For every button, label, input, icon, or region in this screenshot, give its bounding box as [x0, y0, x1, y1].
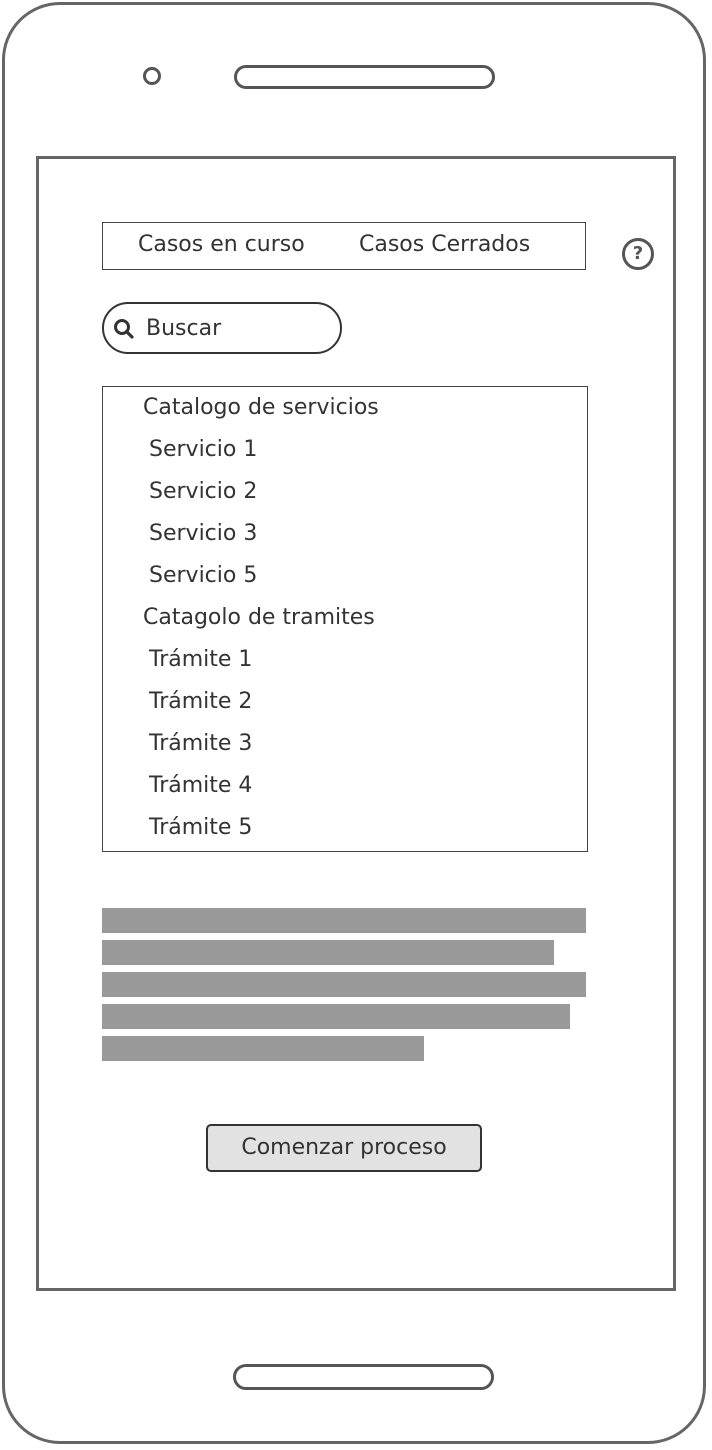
list-item-procedure[interactable]: Trámite 1 — [149, 646, 252, 674]
camera-icon — [143, 67, 161, 85]
list-item-procedure[interactable]: Trámite 4 — [149, 772, 252, 800]
placeholder-text-line — [102, 908, 586, 933]
placeholder-text-line — [102, 972, 586, 997]
start-process-button[interactable]: Comenzar proceso — [206, 1124, 482, 1172]
search-box — [102, 302, 342, 354]
catalog-list: Catalogo de servicios Servicio 1 Servici… — [102, 386, 588, 852]
home-button[interactable] — [233, 1364, 494, 1390]
list-item-service[interactable]: Servicio 1 — [149, 436, 257, 464]
speaker-icon — [234, 65, 495, 89]
list-item-service[interactable]: Servicio 5 — [149, 562, 257, 590]
list-item-service[interactable]: Servicio 3 — [149, 520, 257, 548]
list-item-procedure[interactable]: Trámite 3 — [149, 730, 252, 758]
search-icon — [114, 319, 134, 339]
search-input[interactable] — [146, 310, 326, 346]
list-item-procedure[interactable]: Trámite 2 — [149, 688, 252, 716]
tab-open-cases[interactable]: Casos en curso — [138, 231, 305, 259]
help-button[interactable]: ? — [622, 238, 654, 270]
list-item-procedure[interactable]: Trámite 5 — [149, 814, 252, 842]
services-header: Catalogo de servicios — [143, 395, 379, 420]
list-item-service[interactable]: Servicio 2 — [149, 478, 257, 506]
placeholder-text-line — [102, 1036, 424, 1061]
case-tabs: Casos en curso Casos Cerrados — [102, 222, 586, 270]
placeholder-text-line — [102, 1004, 570, 1029]
procedures-header: Catagolo de tramites — [143, 605, 375, 630]
tab-closed-cases[interactable]: Casos Cerrados — [359, 231, 530, 259]
placeholder-text-line — [102, 940, 554, 965]
question-circle-icon: ? — [632, 243, 644, 264]
